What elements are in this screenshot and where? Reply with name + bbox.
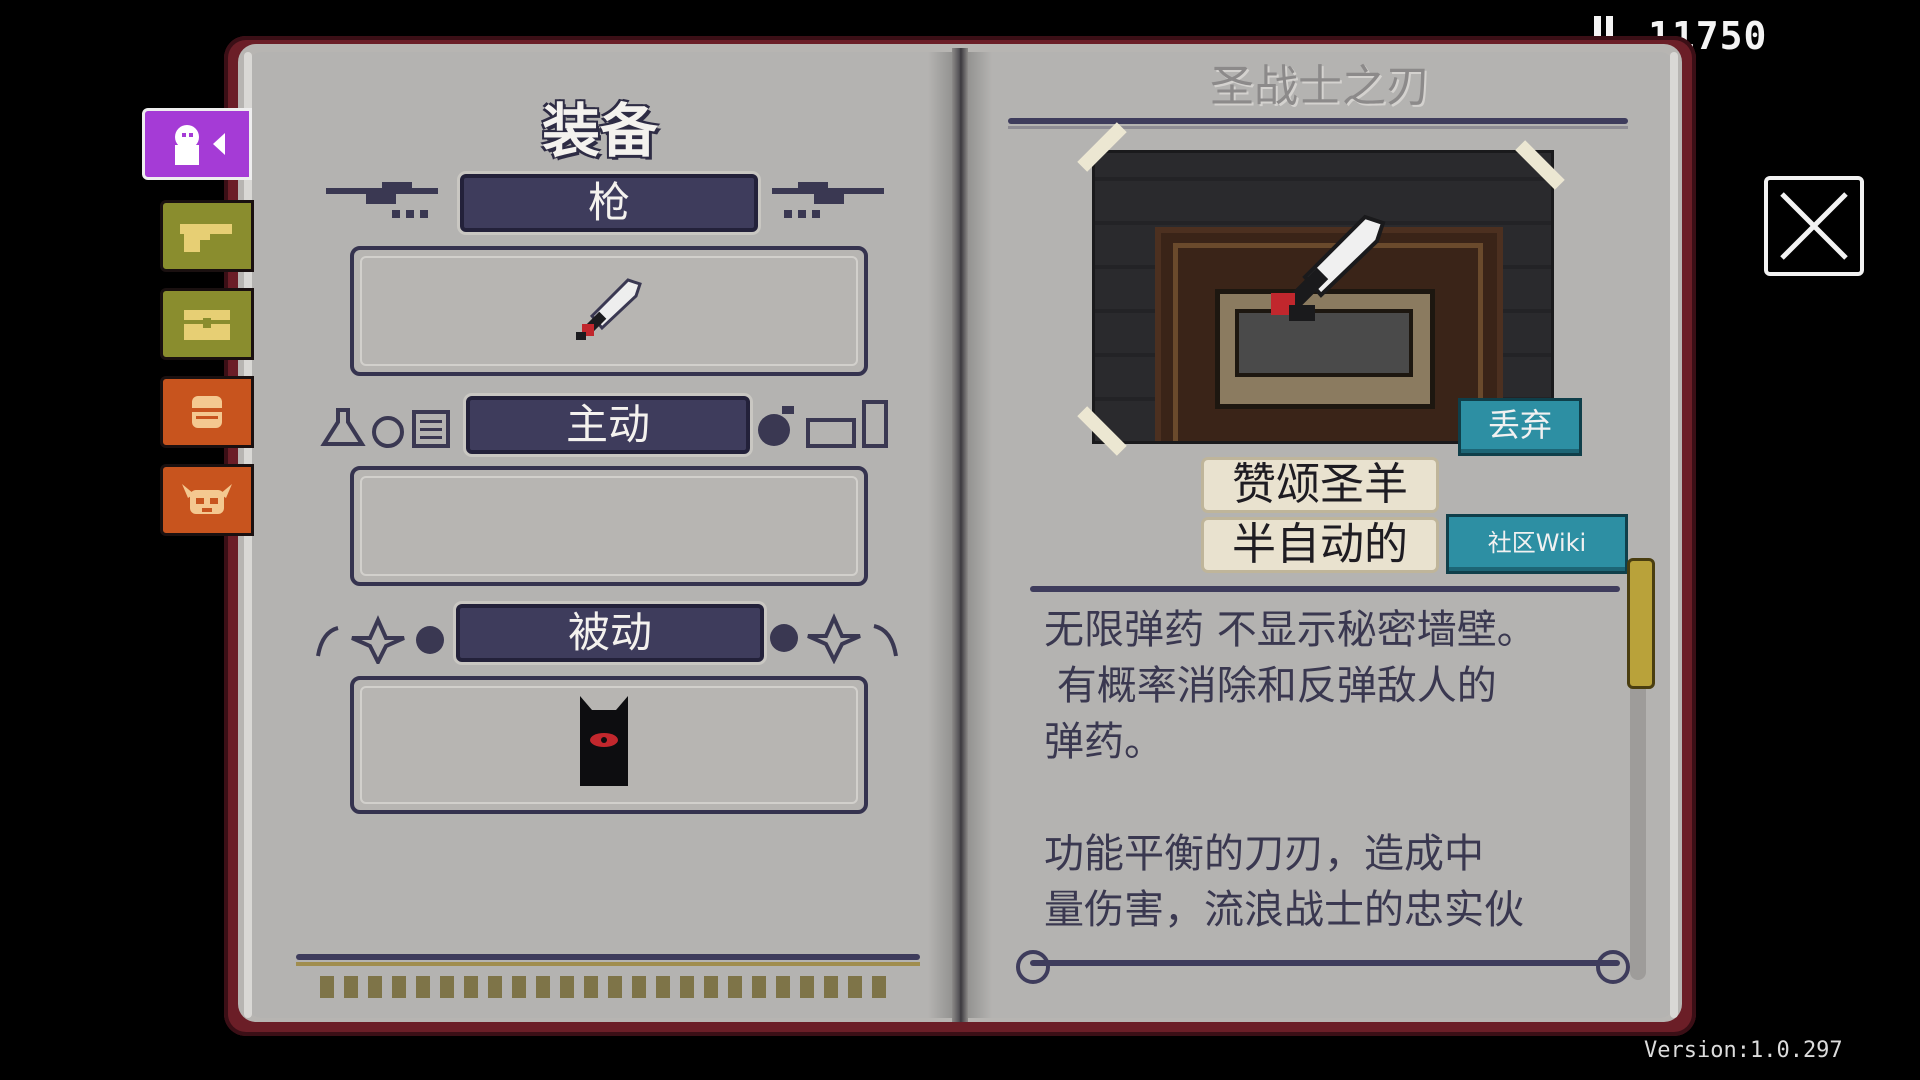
wiki-button[interactable]: 社区Wiki	[1446, 514, 1628, 574]
passive-decoration-left	[312, 612, 452, 667]
active-decoration-left	[318, 404, 458, 450]
spine-shadow-left	[928, 52, 952, 1018]
potion-flask-icon	[320, 408, 450, 448]
revolver-icon	[180, 224, 232, 252]
dark-cloak-icon	[580, 696, 628, 786]
section-label-gun: 枪	[460, 174, 758, 232]
drop-button[interactable]: 丢弃	[1458, 398, 1582, 456]
description-scroll-thumb[interactable]	[1627, 558, 1655, 689]
book-spine	[952, 48, 968, 1022]
tab-bosses[interactable]	[160, 464, 254, 536]
compass-star-icon	[770, 613, 898, 665]
description-top-rule	[1030, 586, 1620, 592]
gun-slot[interactable]	[350, 246, 868, 376]
sword-icon	[576, 278, 642, 340]
item-name: 圣战士之刃	[1210, 61, 1430, 112]
page-edge-right	[1670, 52, 1678, 1018]
page-ornament-studs	[320, 976, 890, 998]
tab-npcs[interactable]	[160, 376, 254, 448]
passive-decoration-right	[762, 610, 902, 665]
section-label-passive: 被动	[456, 604, 764, 662]
rifle-icon	[326, 182, 438, 218]
version-label: Version:1.0.297	[1644, 1038, 1843, 1063]
knight-helmet-icon	[192, 396, 222, 428]
horned-skull-icon	[182, 484, 232, 514]
title-underline	[1008, 118, 1628, 124]
gun-decoration-left	[326, 176, 446, 222]
spine-shadow-right	[968, 52, 992, 1018]
sword-icon	[1271, 214, 1386, 321]
close-icon	[1780, 192, 1848, 260]
synergy-tag: 赞颂圣羊	[1204, 460, 1436, 510]
fire-mode-tag: 半自动的	[1204, 520, 1436, 570]
tab-items[interactable]	[160, 288, 254, 360]
close-button[interactable]	[1764, 176, 1864, 276]
bomb-icon	[758, 400, 888, 448]
rule-end-ornament-left	[1016, 950, 1050, 984]
gun-decoration-right	[764, 176, 884, 222]
title-underline-thin	[1008, 126, 1628, 129]
description-bottom-rule	[1030, 960, 1620, 966]
tab-equipment[interactable]	[142, 108, 252, 180]
chest-icon	[184, 310, 230, 340]
rule-end-ornament-right	[1596, 950, 1630, 984]
player-silhouette-icon	[175, 125, 225, 165]
active-item-slot[interactable]	[350, 466, 868, 586]
rifle-icon	[772, 182, 884, 218]
passive-item-slot[interactable]	[350, 676, 868, 814]
tab-guns[interactable]	[160, 200, 254, 272]
item-description: 无限弹药 不显示秘密墙壁。 有概率消除和反弹敌人的 弹药。 功能平衡的刀刃，造成…	[1044, 607, 1537, 933]
page-title: 装备	[541, 97, 658, 165]
page-ornament-rule	[296, 954, 920, 960]
page-ornament-gold	[296, 962, 920, 966]
section-label-active: 主动	[466, 396, 750, 454]
compass-star-icon	[316, 615, 444, 667]
active-decoration-right	[752, 398, 898, 450]
